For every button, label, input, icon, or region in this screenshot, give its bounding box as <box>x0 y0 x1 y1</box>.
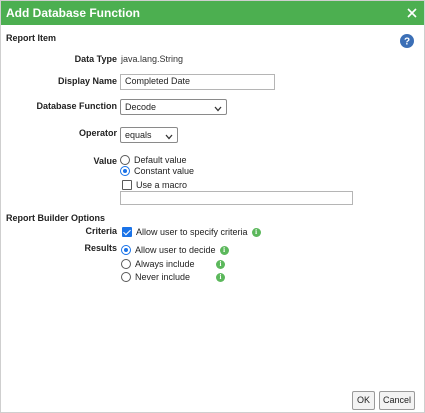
results-never-label: Never include <box>135 272 191 282</box>
value-default-label: Default value <box>134 155 187 165</box>
info-icon[interactable]: i <box>216 260 225 269</box>
results-always-radio[interactable] <box>121 259 131 269</box>
criteria-checkbox[interactable] <box>122 227 132 237</box>
use-macro-option[interactable]: Use a macro <box>122 180 187 190</box>
chevron-down-icon <box>214 104 222 112</box>
database-function-label: Database Function <box>36 101 117 111</box>
dialog-titlebar: Add Database Function <box>1 1 424 25</box>
criteria-option-label: Allow user to specify criteria <box>136 227 248 237</box>
criteria-label: Criteria <box>85 226 117 236</box>
report-builder-options-heading: Report Builder Options <box>6 213 105 223</box>
results-option-allow[interactable]: Allow user to decide i <box>121 245 229 255</box>
value-label: Value <box>93 156 117 166</box>
help-icon[interactable]: ? <box>400 34 414 48</box>
display-name-input[interactable]: Completed Date <box>120 74 275 90</box>
value-constant-label: Constant value <box>134 166 195 176</box>
results-always-label: Always include <box>135 259 195 269</box>
operator-label: Operator <box>78 128 117 138</box>
database-function-select[interactable]: Decode <box>120 99 227 115</box>
database-function-value: Decode <box>125 102 157 112</box>
info-icon[interactable]: i <box>251 227 261 237</box>
use-macro-checkbox[interactable] <box>122 180 132 190</box>
data-type-value: java.lang.String <box>121 54 184 64</box>
display-name-label: Display Name <box>57 76 117 86</box>
value-option-constant[interactable]: Constant value <box>120 166 194 176</box>
value-option-default[interactable]: Default value <box>120 155 187 165</box>
value-constant-radio[interactable] <box>120 166 130 176</box>
use-macro-label: Use a macro <box>136 180 188 190</box>
report-item-heading: Report Item <box>6 33 57 43</box>
results-never-radio[interactable] <box>121 272 131 282</box>
value-default-radio[interactable] <box>120 155 130 165</box>
criteria-option[interactable]: Allow user to specify criteria i <box>122 227 261 237</box>
operator-value: equals <box>125 130 152 140</box>
constant-value-input[interactable] <box>120 191 353 205</box>
operator-select[interactable]: equals <box>120 127 178 143</box>
svg-text:?: ? <box>404 37 410 48</box>
cancel-button[interactable]: Cancel <box>379 391 415 410</box>
close-icon[interactable] <box>403 4 421 22</box>
dialog-title: Add Database Function <box>6 6 141 20</box>
results-allow-radio[interactable] <box>121 245 131 255</box>
data-type-label: Data Type <box>74 54 117 64</box>
info-icon[interactable]: i <box>219 245 229 255</box>
chevron-down-icon <box>165 132 173 140</box>
ok-button[interactable]: OK <box>352 391 375 410</box>
results-label: Results <box>84 243 117 253</box>
results-allow-label: Allow user to decide <box>135 245 216 255</box>
info-icon[interactable]: i <box>216 273 225 282</box>
results-option-never[interactable]: Never include <box>121 272 190 282</box>
results-option-always[interactable]: Always include <box>121 259 195 269</box>
add-database-function-dialog: Add Database Function Report Item ? Data… <box>0 0 425 413</box>
